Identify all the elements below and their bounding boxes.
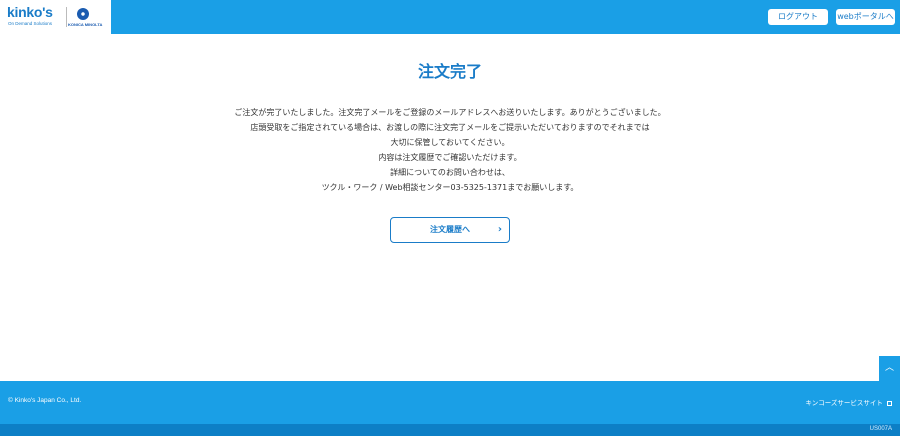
message-line: ご注文が完了いたしました。注文完了メールをご登録のメールアドレスへお送りいたしま… [234, 108, 666, 117]
order-history-button[interactable]: 注文履歴へ › [390, 217, 510, 243]
message-line: 店頭受取をご指定されている場合は、お渡しの際に注文完了メールをご提示いただいてお… [250, 123, 650, 132]
kinkos-logo-subtext: On Demand Solutions [8, 21, 53, 26]
konica-minolta-logo-icon [77, 8, 89, 20]
logo[interactable]: kinko's On Demand Solutions KONICA MINOL… [0, 0, 111, 34]
chevron-right-icon: › [497, 224, 502, 235]
copyright: © Kinko's Japan Co., Ltd. [8, 397, 82, 404]
page-top-button[interactable]: ︿ [879, 356, 900, 381]
external-link-icon [887, 400, 892, 406]
order-history-button-label: 注文履歴へ [430, 225, 470, 234]
site-link-label: キンコーズサービスサイト [805, 399, 883, 407]
completion-message: ご注文が完了いたしました。注文完了メールをご登録のメールアドレスへお送りいたしま… [0, 105, 900, 195]
message-line: ツクル・ワーク / Web相談センター03-5325-1371までお願いします。 [321, 183, 579, 192]
kinkos-service-site-link[interactable]: キンコーズサービスサイト [805, 397, 892, 407]
partner-logo-text: KONICA MINOLTA [68, 22, 103, 27]
message-line: 内容は注文履歴でご確認いただけます。 [378, 153, 522, 162]
header: kinko's On Demand Solutions KONICA MINOL… [0, 0, 900, 34]
kinkos-logo-text: kinko's [7, 4, 53, 20]
web-portal-button[interactable]: webポータルへ [836, 9, 895, 25]
logout-button[interactable]: ログアウト [768, 9, 828, 25]
message-line: 詳細についてのお問い合わせは、 [390, 168, 510, 177]
logo-divider [66, 7, 67, 27]
message-line: 大切に保管しておいてください。 [390, 138, 510, 147]
page-title: 注文完了 [417, 62, 482, 81]
footer: © Kinko's Japan Co., Ltd. キンコーズサービスサイト [0, 381, 900, 424]
page-code: US007A [869, 426, 892, 432]
chevron-up-icon: ︿ [884, 363, 894, 373]
bottom-bar: US007A [0, 424, 900, 436]
